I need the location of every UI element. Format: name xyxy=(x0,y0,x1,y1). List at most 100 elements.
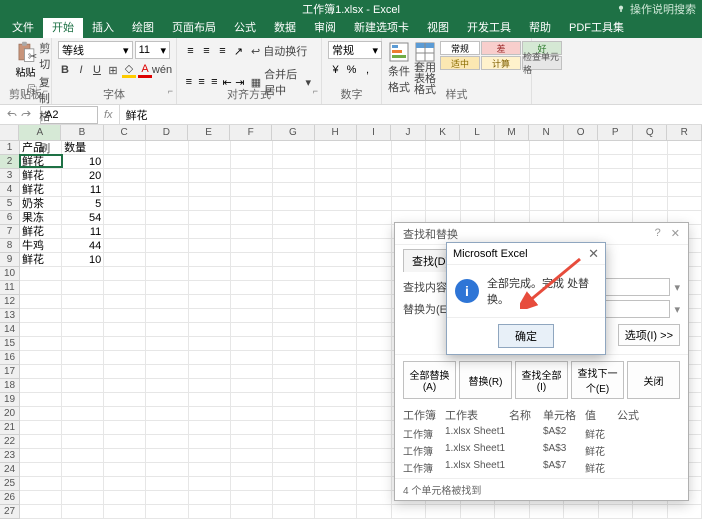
cell[interactable] xyxy=(668,505,702,519)
cell[interactable] xyxy=(189,281,231,295)
cell[interactable] xyxy=(146,211,188,225)
cell[interactable] xyxy=(146,309,188,323)
cell[interactable] xyxy=(273,407,315,421)
cell[interactable] xyxy=(104,197,146,211)
col-header-L[interactable]: L xyxy=(460,125,495,140)
row-header[interactable]: 11 xyxy=(0,281,20,295)
cell[interactable] xyxy=(495,155,530,169)
row-header[interactable]: 5 xyxy=(0,197,20,211)
align-bottom-button[interactable]: ≡ xyxy=(215,44,230,59)
cell[interactable] xyxy=(357,393,392,407)
cell[interactable] xyxy=(62,281,104,295)
col-header-O[interactable]: O xyxy=(564,125,599,140)
cell[interactable] xyxy=(146,505,188,519)
cell[interactable] xyxy=(633,141,668,155)
cell[interactable] xyxy=(357,505,392,519)
cell[interactable] xyxy=(146,323,188,337)
row-header[interactable]: 27 xyxy=(0,505,20,519)
row-header[interactable]: 15 xyxy=(0,337,20,351)
cell[interactable] xyxy=(273,253,315,267)
cell[interactable] xyxy=(104,211,146,225)
cell[interactable] xyxy=(315,505,357,519)
cell[interactable] xyxy=(357,169,392,183)
col-header-E[interactable]: E xyxy=(188,125,230,140)
cell[interactable] xyxy=(146,449,188,463)
cell[interactable] xyxy=(668,197,702,211)
cell[interactable] xyxy=(357,141,392,155)
cell[interactable] xyxy=(315,435,357,449)
cell[interactable] xyxy=(20,505,62,519)
cell[interactable] xyxy=(495,169,530,183)
cell[interactable] xyxy=(104,169,146,183)
cell[interactable] xyxy=(189,183,231,197)
cell[interactable] xyxy=(357,239,392,253)
align-middle-button[interactable]: ≡ xyxy=(199,44,214,59)
tell-me-search[interactable]: 操作说明搜索 xyxy=(616,1,696,17)
cell[interactable] xyxy=(62,267,104,281)
cell[interactable] xyxy=(315,477,357,491)
cell[interactable] xyxy=(315,365,357,379)
cell[interactable] xyxy=(273,337,315,351)
col-header-C[interactable]: C xyxy=(104,125,146,140)
cell[interactable] xyxy=(189,463,231,477)
cell[interactable] xyxy=(104,449,146,463)
cell[interactable] xyxy=(189,239,231,253)
cell[interactable] xyxy=(231,337,273,351)
border-button[interactable]: ⊞ xyxy=(106,62,120,78)
expand-icon[interactable]: ⌐ xyxy=(43,86,48,96)
col-header-D[interactable]: D xyxy=(146,125,188,140)
cell[interactable] xyxy=(315,421,357,435)
row-header[interactable]: 6 xyxy=(0,211,20,225)
cell[interactable] xyxy=(273,141,315,155)
cell[interactable] xyxy=(146,267,188,281)
cell[interactable] xyxy=(315,239,357,253)
cell[interactable] xyxy=(231,253,273,267)
cell[interactable] xyxy=(146,253,188,267)
cell[interactable] xyxy=(146,169,188,183)
cell[interactable] xyxy=(461,169,496,183)
fill-color-button[interactable]: ◇ xyxy=(122,62,136,78)
style-check[interactable]: 检查单元格 xyxy=(522,56,562,70)
fx-icon[interactable]: fx xyxy=(98,109,119,121)
cell[interactable] xyxy=(189,295,231,309)
cell[interactable] xyxy=(357,323,392,337)
cell[interactable] xyxy=(273,491,315,505)
col-header-M[interactable]: M xyxy=(495,125,530,140)
cell[interactable] xyxy=(20,267,62,281)
cell[interactable] xyxy=(315,407,357,421)
cell[interactable] xyxy=(357,407,392,421)
cell[interactable] xyxy=(426,183,461,197)
cell[interactable]: 10 xyxy=(62,253,104,267)
row-header[interactable]: 25 xyxy=(0,477,20,491)
cell[interactable] xyxy=(315,323,357,337)
cell[interactable] xyxy=(231,323,273,337)
cell[interactable] xyxy=(20,477,62,491)
replace-all-button[interactable]: 全部替换(A) xyxy=(403,361,456,399)
col-header-N[interactable]: N xyxy=(529,125,564,140)
cell[interactable] xyxy=(20,407,62,421)
cell[interactable] xyxy=(564,155,599,169)
cell[interactable] xyxy=(231,463,273,477)
cell[interactable] xyxy=(62,295,104,309)
col-header-B[interactable]: B xyxy=(61,125,103,140)
cell[interactable] xyxy=(273,281,315,295)
orientation-button[interactable]: ↗ xyxy=(231,44,246,59)
cell[interactable] xyxy=(633,183,668,197)
cell[interactable] xyxy=(62,365,104,379)
cell[interactable] xyxy=(146,183,188,197)
underline-button[interactable]: U xyxy=(90,62,104,78)
cell[interactable] xyxy=(668,169,702,183)
cell[interactable] xyxy=(564,197,599,211)
tab-help[interactable]: 帮助 xyxy=(520,16,560,38)
find-next-button[interactable]: 查找下一个(E) xyxy=(571,361,624,399)
cell[interactable] xyxy=(231,505,273,519)
cell[interactable] xyxy=(599,183,634,197)
cell[interactable] xyxy=(104,225,146,239)
align-top-button[interactable]: ≡ xyxy=(183,44,198,59)
cell[interactable] xyxy=(392,183,427,197)
result-row[interactable]: 工作簿1.xlsx Sheet1$A$7鲜花 xyxy=(403,459,680,476)
cell[interactable] xyxy=(231,435,273,449)
cell[interactable] xyxy=(273,379,315,393)
cell[interactable] xyxy=(146,365,188,379)
cell[interactable]: 鲜花 xyxy=(20,169,62,183)
